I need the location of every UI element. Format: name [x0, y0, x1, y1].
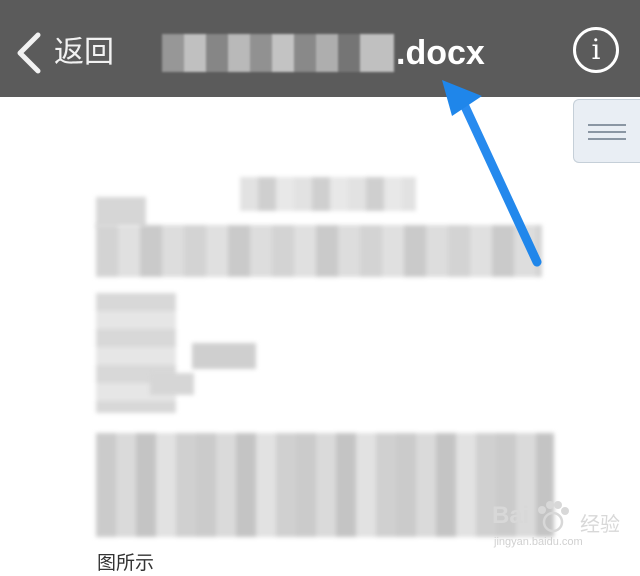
blurred-paragraph [96, 197, 146, 227]
chevron-left-icon [17, 32, 41, 74]
info-button[interactable]: i [573, 27, 619, 73]
back-button-label: 返回 [54, 35, 114, 70]
document-caption-text: 图所示 [97, 552, 155, 574]
blurred-paragraph [96, 293, 176, 413]
blurred-paragraph [150, 373, 194, 395]
blurred-paragraph [96, 225, 542, 277]
document-title: .docx [146, 28, 546, 78]
blurred-paragraph [96, 433, 554, 537]
watermark-brand: Bai [492, 502, 530, 529]
watermark-url: jingyan.baidu.com [494, 536, 583, 548]
blurred-paragraph [192, 343, 256, 369]
blurred-heading [240, 177, 416, 211]
top-navigation-bar: 返回 .docx i [0, 0, 640, 97]
file-extension: .docx [396, 34, 485, 72]
watermark-brand-suffix: 经验 [580, 512, 620, 536]
baidu-watermark: Bai 经验 jingyan.baidu.com [488, 498, 636, 554]
blurred-filename [146, 34, 394, 72]
info-icon: i [591, 33, 601, 66]
paw-icon [538, 501, 569, 533]
back-button[interactable]: 返回 [14, 30, 124, 76]
